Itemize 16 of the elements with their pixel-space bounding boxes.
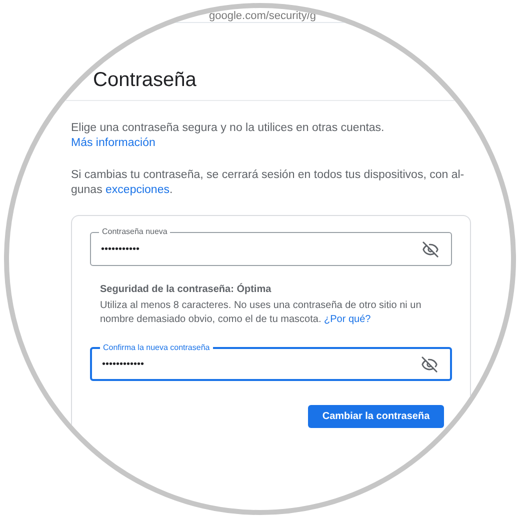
text-link[interactable]: ¿Por qué? [324,314,371,325]
info-paragraph: Si cambias tu contraseña, se cerrará sesión en todos tus dispositivos, con al- gunas excepciones. [71,168,466,198]
address-url: google.com/security/g [209,10,316,22]
change-password-button[interactable]: Cambiar la contraseña [308,405,444,428]
field-label: Contraseña nueva [99,227,170,237]
strength-hint: Utiliza al menos 8 caracteres. No uses una contraseña de otro sitio ni un nombre demasiado obvio, como el de tu mascota. ¿Por qué? [100,299,422,327]
hide-password-icon[interactable] [421,356,438,372]
password-input[interactable]: •••••••••••• [102,358,421,370]
text-link[interactable]: excepciones [106,184,170,196]
password-input[interactable]: ••••••••••• [101,244,422,254]
info-paragraph: Elige una contraseña segura y no la utilices en otras cuentas. Más información [71,121,386,151]
text-link[interactable]: Más información [71,137,156,149]
field-label: Confirma la nueva contraseña [100,343,213,353]
strength-title: Seguridad de la contraseña: Óptima [100,284,272,295]
page-title: Contraseña [93,69,196,92]
hide-password-icon[interactable] [422,240,439,258]
